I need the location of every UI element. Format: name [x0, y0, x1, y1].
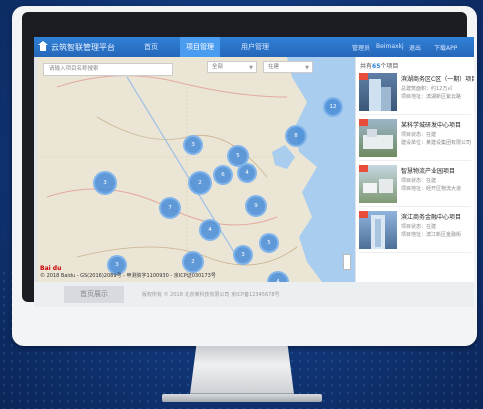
project-tag-icon: [359, 211, 368, 218]
nav-home[interactable]: 首页: [144, 37, 158, 57]
project-list-item[interactable]: 滨江商务金融中心项目 项目状态：在建 项目地址：滨江新区金融街: [359, 209, 471, 253]
project-info: 建设单位：某建设集团有限公司: [401, 140, 472, 146]
chevron-down-icon: ▼: [249, 65, 253, 71]
project-thumbnail: [359, 165, 397, 203]
project-info: 项目地址：滨湖新区紫云路: [401, 94, 462, 100]
map-cluster-marker[interactable]: 4: [199, 219, 221, 241]
status-filter-select[interactable]: 在建 ▼: [263, 61, 313, 73]
project-thumbnail: [359, 73, 397, 111]
project-info: 项目状态：在建: [401, 178, 437, 184]
project-thumbnail: [359, 119, 397, 157]
project-info: 项目地址：经开区物流大道: [401, 186, 462, 192]
project-title: 智慧物流产业园项目: [401, 168, 456, 175]
nav-users[interactable]: 用户管理: [241, 37, 269, 57]
map-cluster-marker[interactable]: 8: [285, 125, 307, 147]
monitor-stand-neck: [190, 346, 294, 394]
map-cluster-marker[interactable]: 2: [188, 171, 212, 195]
map-cluster-marker[interactable]: 3: [93, 171, 117, 195]
map-background: [37, 57, 355, 282]
project-map[interactable]: 请输入项目名称搜索 全部 ▼ 在建 ▼ 12 8 3 5 6 4 2 3 7 9…: [37, 57, 355, 282]
map-cluster-marker[interactable]: 12: [323, 97, 343, 117]
project-list-item[interactable]: 某科学城研发中心项目 项目状态：在建 建设单位：某建设集团有限公司: [359, 117, 471, 161]
user-role: 管理员: [352, 45, 371, 52]
project-info: 总建筑面积：约12万㎡: [401, 86, 453, 92]
project-title: 滨湖商务区C区（一期）项目: [401, 76, 474, 83]
chevron-down-icon: ▼: [305, 65, 309, 71]
project-count-header: 共有65个项目: [360, 63, 399, 70]
map-cluster-marker[interactable]: 9: [245, 195, 267, 217]
brand-title: 云筑智联管理平台: [51, 43, 115, 52]
city-filter-value: 全部: [212, 64, 224, 70]
monitor-stand-base: [162, 394, 322, 402]
project-list-panel: 共有65个项目 滨湖商务区C区（一期）项目 总建筑面积：约12万㎡ 项目地址：滨…: [356, 57, 474, 282]
logo-icon: [38, 41, 48, 51]
map-cluster-marker[interactable]: 6: [213, 165, 233, 185]
user-name[interactable]: Beimaxkj: [376, 43, 404, 50]
project-thumbnail: [359, 211, 397, 249]
bottom-bar: 首页展示 版权所有 © 2018 北京某科技有限公司 京ICP备12345678…: [34, 282, 474, 307]
project-list-item[interactable]: 滨湖商务区C区（一期）项目 总建筑面积：约12万㎡ 项目地址：滨湖新区紫云路: [359, 71, 474, 115]
project-tag-icon: [359, 119, 368, 126]
footer-text: 版权所有 © 2018 北京某科技有限公司 京ICP备12345678号: [142, 292, 280, 298]
app-screen: 云筑智联管理平台 首页 项目管理 用户管理 管理员 Beimaxkj 退出 下载…: [34, 37, 474, 307]
map-cluster-marker[interactable]: 5: [259, 233, 279, 253]
show-home-button[interactable]: 首页展示: [64, 286, 124, 303]
project-tag-icon: [359, 73, 368, 80]
map-search-input[interactable]: 请输入项目名称搜索: [43, 63, 173, 76]
logout-link[interactable]: 退出: [409, 43, 421, 52]
project-title: 滨江商务金融中心项目: [401, 214, 462, 221]
download-app-link[interactable]: 下载APP: [434, 43, 457, 52]
map-cluster-marker[interactable]: 7: [159, 197, 181, 219]
project-info: 项目地址：滨江新区金融街: [401, 232, 462, 238]
map-cluster-marker[interactable]: 3: [233, 245, 253, 265]
map-cluster-marker[interactable]: 3: [183, 135, 203, 155]
map-cluster-marker[interactable]: 2: [182, 251, 204, 273]
map-copyright: © 2018 Baidu - GS(2016)2089号 - 甲测资字11009…: [40, 273, 216, 279]
map-zoom-control[interactable]: [343, 254, 351, 270]
project-tag-icon: [359, 165, 368, 172]
map-cluster-marker[interactable]: 4: [237, 163, 257, 183]
project-list-item[interactable]: 智慧物流产业园项目 项目状态：在建 项目地址：经开区物流大道: [359, 163, 471, 207]
project-info: 项目状态：在建: [401, 132, 437, 138]
project-info: 项目状态：在建: [401, 224, 437, 230]
status-filter-value: 在建: [268, 64, 280, 70]
city-filter-select[interactable]: 全部 ▼: [207, 61, 257, 73]
baidu-logo: Bai du: [40, 265, 62, 272]
project-title: 某科学城研发中心项目: [401, 122, 462, 129]
top-nav-bar: 云筑智联管理平台 首页 项目管理 用户管理 管理员 Beimaxkj 退出 下载…: [34, 37, 474, 57]
nav-projects[interactable]: 项目管理: [180, 37, 220, 57]
